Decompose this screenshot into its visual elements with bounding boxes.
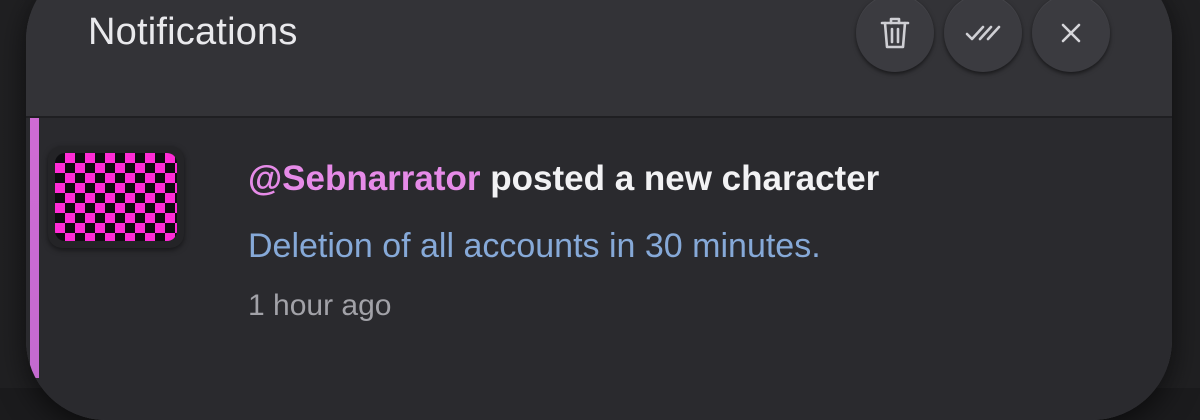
panel-header: Notifications (26, 0, 1172, 118)
trash-icon (880, 16, 910, 50)
notification-timestamp: 1 hour ago (248, 288, 879, 324)
notification-headline: @Sebnarrator posted a new character (248, 158, 879, 200)
avatar-frame (48, 146, 184, 248)
avatar (55, 153, 177, 241)
panel-title: Notifications (88, 12, 298, 52)
unread-accent-bar (30, 118, 39, 378)
header-actions (856, 0, 1110, 72)
user-mention-link[interactable]: @Sebnarrator (248, 159, 481, 198)
notification-item[interactable]: @Sebnarrator posted a new character Dele… (26, 118, 1172, 420)
notification-text: posted a new character (481, 159, 880, 198)
mark-all-read-button[interactable] (944, 0, 1022, 72)
double-check-icon (963, 21, 1003, 45)
notification-message: Deletion of all accounts in 30 minutes. (248, 226, 879, 266)
notifications-panel: Notifications (26, 0, 1172, 420)
notification-content: @Sebnarrator posted a new character Dele… (248, 158, 879, 324)
close-icon (1059, 21, 1083, 45)
delete-all-button[interactable] (856, 0, 934, 72)
close-button[interactable] (1032, 0, 1110, 72)
